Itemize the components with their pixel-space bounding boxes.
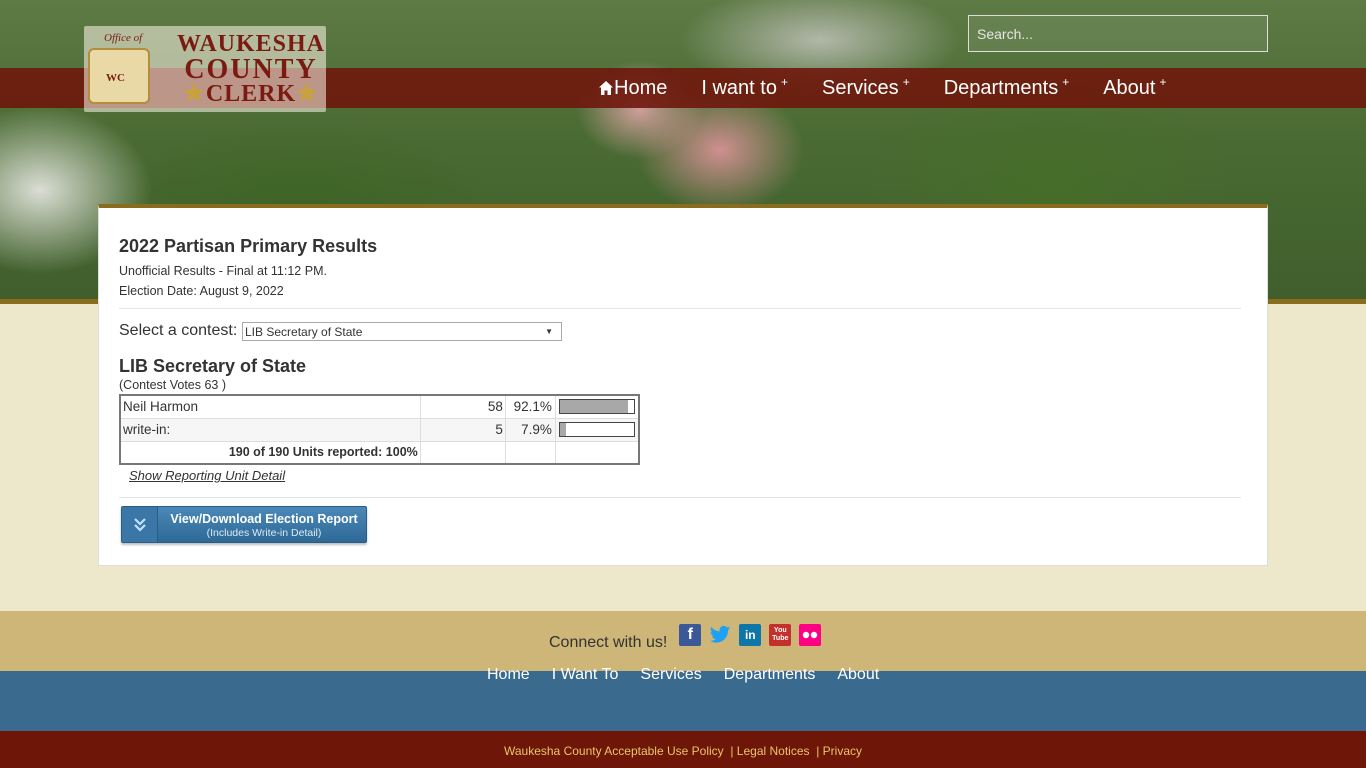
percent-bar bbox=[558, 399, 635, 415]
page-title: 2022 Partisan Primary Results bbox=[119, 236, 378, 256]
results-table: Neil Harmon 58 92.1% write-in: 5 7.9% 19… bbox=[119, 394, 640, 465]
legal-links: Waukesha County Acceptable Use Policy | … bbox=[0, 744, 1366, 758]
facebook-icon[interactable]: f bbox=[679, 624, 702, 646]
download-button-sublabel: (Includes Write-in Detail) bbox=[206, 527, 322, 539]
logo-office-text: Office of bbox=[104, 32, 143, 44]
footer-link-services[interactable]: Services bbox=[640, 666, 701, 684]
footer-link-i-want-to[interactable]: I Want To bbox=[552, 666, 619, 684]
table-row: write-in: 5 7.9% bbox=[119, 417, 640, 442]
acceptable-use-policy-link[interactable]: Waukesha County Acceptable Use Policy bbox=[504, 744, 724, 758]
logo-line-3: ★CLERK★ bbox=[183, 81, 319, 107]
download-report-button[interactable]: View/Download Election Report (Includes … bbox=[121, 506, 367, 543]
footer-nav: Home I Want To Services Departments Abou… bbox=[487, 666, 901, 684]
nav-i-want-to[interactable]: I want to + bbox=[701, 75, 788, 100]
submenu-plus-icon: + bbox=[780, 75, 788, 89]
star-icon: ★ bbox=[296, 81, 319, 107]
twitter-icon[interactable] bbox=[709, 624, 731, 646]
election-date: Election Date: August 9, 2022 bbox=[119, 284, 284, 298]
nav-services[interactable]: Services + bbox=[821, 75, 910, 100]
linkedin-icon[interactable]: in bbox=[739, 624, 762, 646]
home-icon bbox=[599, 81, 613, 95]
candidate-votes: 58 bbox=[419, 394, 506, 419]
candidate-bar-cell bbox=[554, 417, 640, 442]
results-status: Unofficial Results - Final at 11:12 PM. bbox=[119, 264, 327, 278]
empty-cell bbox=[554, 440, 640, 465]
nav-departments-label: Departments bbox=[943, 76, 1059, 99]
nav-services-label: Services bbox=[821, 76, 899, 99]
main-nav: Home I want to + Services + Departments + A… bbox=[598, 68, 1201, 108]
social-links: Connect with us! f in You Tube bbox=[549, 618, 822, 652]
candidate-bar-cell bbox=[554, 394, 640, 419]
legal-notices-link[interactable]: Legal Notices bbox=[737, 744, 810, 758]
footer-link-departments[interactable]: Departments bbox=[724, 666, 816, 684]
nav-home[interactable]: Home bbox=[598, 77, 667, 100]
search-input[interactable] bbox=[968, 15, 1268, 52]
download-icon bbox=[122, 507, 158, 542]
submenu-plus-icon: + bbox=[1159, 75, 1167, 89]
contest-select-label: Select a contest: bbox=[119, 322, 238, 339]
nav-home-label: Home bbox=[614, 76, 668, 99]
caret-down-icon: ▼ bbox=[545, 327, 553, 336]
reporting-unit-detail-link[interactable]: Show Reporting Unit Detail bbox=[129, 468, 285, 483]
youtube-icon[interactable]: You Tube bbox=[769, 624, 792, 646]
candidate-name: Neil Harmon bbox=[119, 394, 421, 419]
empty-cell bbox=[504, 440, 556, 465]
contest-title: LIB Secretary of State bbox=[119, 356, 307, 376]
legal-separator: | bbox=[816, 744, 820, 758]
contest-select-value: LIB Secretary of State bbox=[245, 324, 363, 339]
footer-link-about[interactable]: About bbox=[837, 666, 879, 684]
legal-separator: | bbox=[730, 744, 734, 758]
logo-line-2: COUNTY bbox=[184, 54, 318, 85]
nav-departments[interactable]: Departments + bbox=[943, 75, 1070, 100]
table-row-total: 190 of 190 Units reported: 100% bbox=[119, 440, 640, 465]
logo-seal-text: WC bbox=[106, 72, 125, 84]
divider bbox=[119, 497, 1241, 498]
submenu-plus-icon: + bbox=[902, 75, 910, 89]
percent-bar-fill bbox=[559, 423, 566, 436]
divider bbox=[119, 308, 1241, 309]
logo-wordmark: WAUKESHA COUNTY ★CLERK★ bbox=[176, 32, 326, 107]
star-icon: ★ bbox=[183, 81, 206, 107]
percent-bar-fill bbox=[559, 400, 629, 414]
submenu-plus-icon: + bbox=[1062, 75, 1070, 89]
download-button-label: View/Download Election Report bbox=[170, 512, 358, 526]
empty-cell bbox=[419, 440, 506, 465]
nav-about[interactable]: About + bbox=[1103, 75, 1167, 100]
contest-votes: (Contest Votes 63 ) bbox=[119, 378, 227, 392]
connect-text: Connect with us! bbox=[549, 634, 668, 651]
candidate-votes: 5 bbox=[419, 417, 506, 442]
candidate-percent: 92.1% bbox=[504, 394, 556, 419]
percent-bar bbox=[558, 422, 635, 437]
privacy-link[interactable]: Privacy bbox=[823, 744, 862, 758]
table-row: Neil Harmon 58 92.1% bbox=[119, 394, 640, 419]
site-logo[interactable]: Office of WC WAUKESHA COUNTY ★CLERK★ bbox=[84, 26, 326, 112]
units-reported: 190 of 190 Units reported: 100% bbox=[119, 440, 421, 465]
nav-about-label: About bbox=[1103, 76, 1156, 99]
footer-link-home[interactable]: Home bbox=[487, 666, 530, 684]
candidate-name: write-in: bbox=[119, 417, 421, 442]
results-card: 2022 Partisan Primary Results Unofficial… bbox=[98, 204, 1268, 566]
contest-select[interactable]: LIB Secretary of State ▼ bbox=[242, 322, 562, 341]
nav-i-want-to-label: I want to bbox=[701, 76, 777, 99]
candidate-percent: 7.9% bbox=[504, 417, 556, 442]
flickr-icon[interactable] bbox=[799, 624, 822, 646]
